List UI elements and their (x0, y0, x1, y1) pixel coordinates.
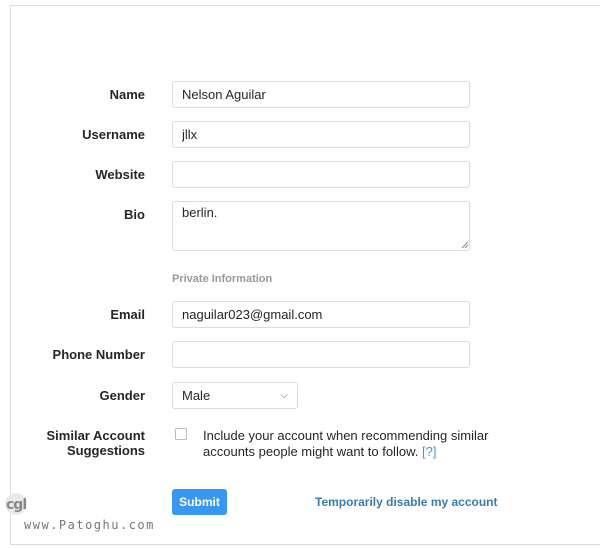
bio-label: Bio (124, 207, 145, 222)
website-input[interactable] (172, 161, 470, 188)
username-label: Username (82, 127, 145, 142)
watermark-text: www.Patoghu.com (24, 518, 155, 532)
chevron-down-icon: ⌵ (280, 390, 288, 401)
similar-account-text: Include your account when recommending s… (203, 428, 489, 459)
email-input[interactable] (172, 301, 470, 328)
watermark-logo: cgl (2, 492, 40, 520)
gender-select[interactable]: Male ⌵ (172, 382, 298, 409)
similar-account-checkbox[interactable] (175, 428, 187, 440)
phone-label: Phone Number (52, 347, 145, 362)
watermark-logo-icon: cgl (5, 493, 27, 515)
similar-account-label-line2: Suggestions (66, 443, 145, 458)
phone-input[interactable] (172, 341, 470, 368)
gender-label: Gender (99, 388, 145, 403)
similar-account-description: Include your account when recommending s… (203, 428, 513, 460)
similar-account-label: Similar Account Suggestions (5, 428, 145, 458)
bio-textarea[interactable]: berlin. (172, 201, 470, 251)
disable-account-link[interactable]: Temporarily disable my account (315, 495, 498, 509)
username-input[interactable] (172, 121, 470, 148)
website-label: Website (95, 167, 145, 182)
help-link[interactable]: [?] (422, 444, 436, 459)
private-information-heading: Private Information (172, 273, 273, 285)
similar-account-label-line1: Similar Account (46, 428, 145, 443)
name-label: Name (109, 87, 145, 102)
submit-button[interactable]: Submit (172, 489, 227, 515)
gender-selected-value: Male (182, 388, 211, 403)
svg-text:cgl: cgl (6, 497, 26, 513)
name-input[interactable] (172, 81, 470, 108)
resize-grip-icon[interactable] (461, 241, 469, 249)
email-label: Email (110, 307, 145, 322)
